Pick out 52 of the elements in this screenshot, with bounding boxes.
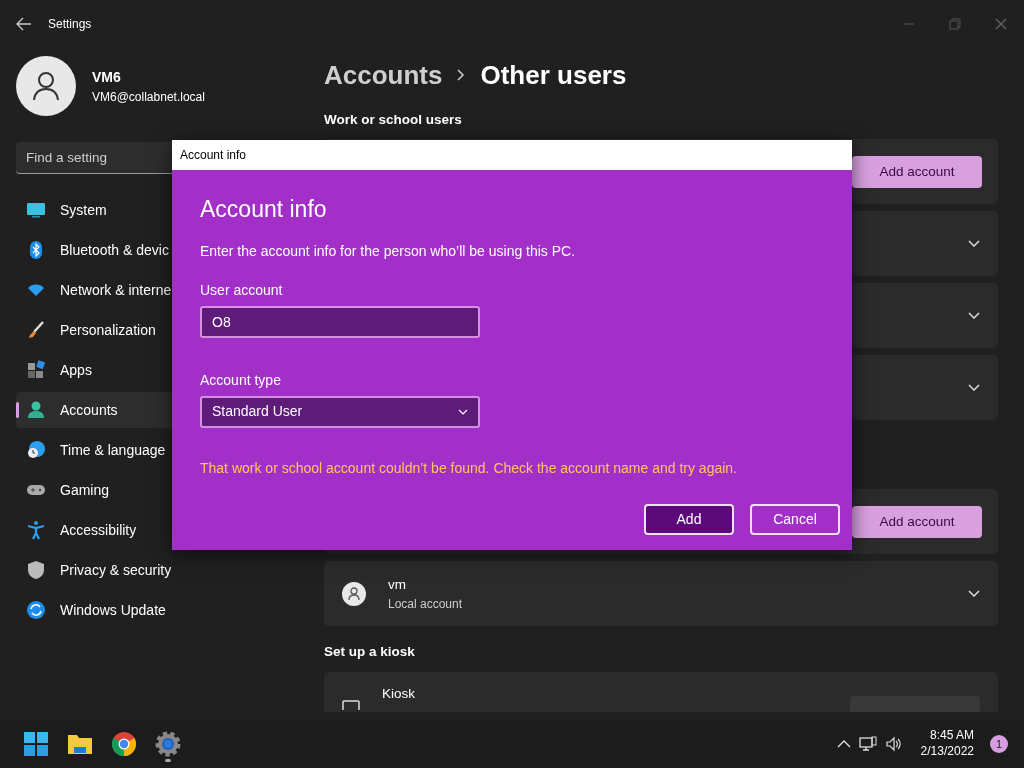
chrome-icon[interactable] [110, 730, 138, 758]
add-button[interactable]: Add [644, 503, 734, 535]
brush-icon [26, 320, 46, 340]
account-type-dropdown[interactable]: Standard User [200, 395, 480, 428]
add-account-button[interactable]: Add account [852, 505, 982, 538]
nav-item[interactable]: Privacy & security [16, 552, 296, 588]
user-account-field[interactable]: O8 [200, 305, 480, 338]
chevron-down-icon [458, 408, 468, 415]
chevron-up-icon[interactable] [836, 740, 851, 748]
close-icon[interactable] [995, 18, 1007, 30]
accessibility-icon [26, 520, 46, 540]
network-icon[interactable] [858, 736, 877, 752]
cancel-button[interactable]: Cancel [750, 503, 840, 535]
clock-date[interactable]: 2/13/2022 [920, 744, 974, 760]
chevron-down-icon[interactable] [968, 590, 980, 598]
avatar-icon [16, 56, 76, 116]
volume-icon[interactable] [884, 736, 903, 752]
add-account-button[interactable]: Add account [852, 155, 982, 188]
user-name: vm [388, 575, 407, 594]
kiosk-title: Kiosk [382, 684, 415, 703]
account-type-label: Local account [388, 595, 463, 613]
user-email: VM6@collabnet.local [92, 88, 205, 106]
chevron-right-icon [456, 68, 467, 82]
chevron-down-icon[interactable] [968, 312, 980, 320]
gear-icon[interactable] [154, 730, 182, 758]
apps-icon [26, 360, 46, 380]
field-label: Account type [200, 370, 282, 390]
kiosk-icon [342, 699, 360, 710]
person-icon [26, 400, 46, 420]
nav-item[interactable]: Accessibility [16, 512, 296, 548]
monitor-icon [26, 200, 46, 220]
back-icon[interactable] [16, 17, 32, 31]
clock-globe-icon [26, 440, 46, 460]
sync-icon [26, 600, 46, 620]
dialog-description: Enter the account info for the person who’ll be using this PC. [200, 241, 577, 261]
section-heading: Set up a kiosk [324, 643, 416, 662]
page-title: Other users [480, 58, 627, 92]
chevron-down-icon[interactable] [968, 240, 980, 248]
dialog-title-bar: Account info [172, 140, 852, 170]
avatar-icon [342, 581, 366, 606]
user-name: VM6 [92, 67, 122, 87]
window-title: Settings [48, 16, 92, 33]
clock-time[interactable]: 8:45 AM [920, 728, 974, 744]
nav-item[interactable]: Windows Update [16, 592, 296, 628]
shield-icon [26, 560, 46, 580]
notification-badge[interactable]: 1 [990, 735, 1008, 753]
field-label: User account [200, 280, 284, 300]
chevron-down-icon[interactable] [968, 384, 980, 392]
windows-icon[interactable] [22, 730, 50, 758]
dialog-heading: Account info [200, 195, 328, 224]
section-heading: Work or school users [324, 111, 463, 129]
breadcrumb-link[interactable]: Accounts [324, 55, 443, 95]
